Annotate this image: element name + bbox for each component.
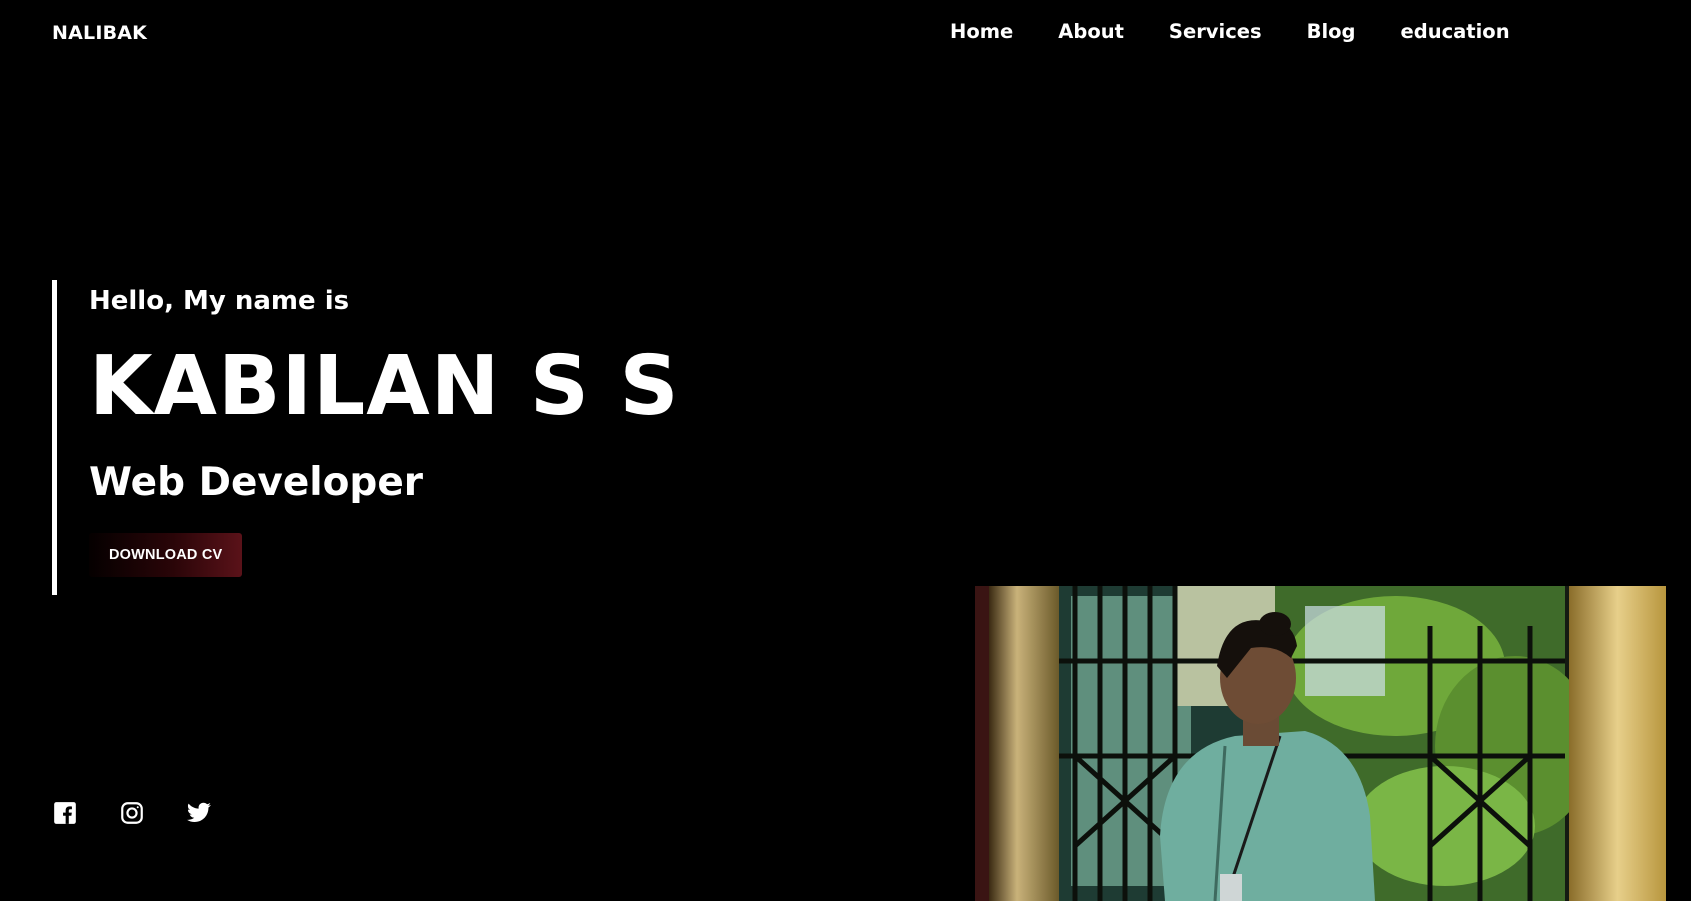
hero-greeting: Hello, My name is — [89, 286, 350, 316]
hero-role: Web Developer — [89, 460, 424, 505]
nav-education[interactable]: education — [1401, 20, 1510, 43]
nav-services[interactable]: Services — [1169, 20, 1262, 43]
download-cv-button[interactable]: DOWNLOAD CV — [89, 533, 243, 577]
profile-photo — [975, 586, 1666, 901]
hero-section: Hello, My name is KABILAN S S Web Develo… — [52, 280, 680, 595]
instagram-icon[interactable] — [119, 800, 145, 826]
main-nav: Home About Services Blog education — [950, 20, 1510, 43]
profile-photo-illustration — [975, 586, 1666, 901]
nav-home[interactable]: Home — [950, 20, 1013, 43]
nav-about[interactable]: About — [1058, 20, 1124, 43]
twitter-icon[interactable] — [186, 800, 212, 826]
facebook-icon[interactable] — [52, 800, 78, 826]
nav-blog[interactable]: Blog — [1307, 20, 1356, 43]
site-logo[interactable]: NALIBAK — [52, 22, 147, 44]
social-links — [52, 800, 212, 826]
hero-name: KABILAN S S — [89, 339, 680, 434]
